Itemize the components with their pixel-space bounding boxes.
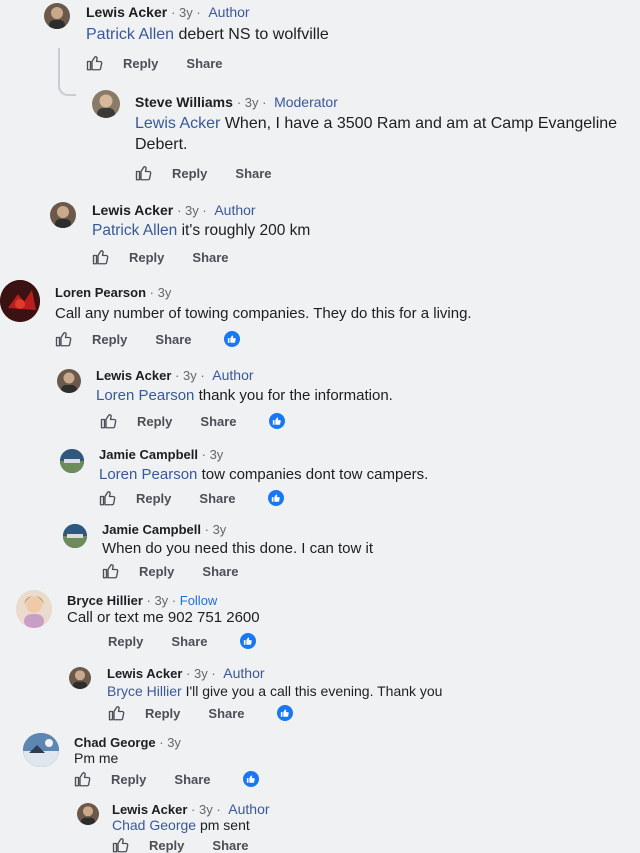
comment-text: pm sent	[196, 817, 250, 833]
comment-text: debert NS to wolfville	[174, 26, 329, 43]
mention-link[interactable]: Bryce Hillier	[107, 683, 182, 699]
comment-time[interactable]: 3y	[210, 447, 224, 462]
like-reaction-icon[interactable]	[268, 413, 285, 429]
reply-button[interactable]: Reply	[108, 634, 143, 649]
thumbs-up-icon[interactable]	[99, 489, 117, 507]
avatar[interactable]	[0, 280, 40, 322]
comment-text: Call or text me 902 751 2600	[67, 609, 260, 626]
comment-time[interactable]: 3y	[179, 5, 193, 20]
mention-link[interactable]: Patrick Allen	[86, 26, 174, 43]
thumbs-up-icon[interactable]	[74, 770, 92, 788]
mention-link[interactable]: Loren Pearson	[96, 387, 194, 404]
comment-time[interactable]: 3y	[183, 368, 197, 383]
avatar[interactable]	[23, 733, 59, 767]
author-badge: Author	[223, 665, 265, 681]
commenter-name[interactable]: Bryce Hillier	[67, 593, 143, 608]
avatar[interactable]	[57, 369, 81, 393]
like-reaction-icon[interactable]	[223, 331, 240, 347]
avatar[interactable]	[92, 90, 120, 118]
comment-text: it's roughly 200 km	[177, 222, 311, 239]
reply-button[interactable]: Reply	[111, 772, 146, 787]
reply-button[interactable]: Reply	[123, 56, 158, 71]
comment-text: When do you need this done. I can tow it	[102, 540, 374, 557]
moderator-badge: Moderator	[274, 94, 338, 110]
comment-text: Call any number of towing companies. The…	[55, 305, 472, 322]
reply-button[interactable]: Reply	[139, 564, 174, 579]
share-button[interactable]: Share	[212, 838, 248, 853]
reply-button[interactable]: Reply	[136, 491, 171, 506]
comment-text: tow companies dont tow campers.	[197, 466, 429, 483]
comment-thread: Lewis Acker · 3y · Author Patrick Allen …	[0, 0, 640, 853]
author-badge: Author	[214, 202, 256, 218]
comment-text: thank you for the information.	[194, 387, 393, 404]
avatar[interactable]	[60, 449, 84, 473]
like-reaction-icon[interactable]	[239, 633, 256, 649]
mention-link[interactable]: Loren Pearson	[99, 466, 197, 483]
share-button[interactable]: Share	[200, 414, 236, 429]
comment-text: Pm me	[74, 750, 119, 766]
comment-time[interactable]: 3y	[194, 666, 208, 681]
author-badge: Author	[212, 367, 254, 383]
like-reaction-icon[interactable]	[276, 705, 293, 721]
thumbs-up-icon[interactable]	[86, 54, 104, 72]
share-button[interactable]: Share	[192, 250, 228, 265]
comment-time[interactable]: 3y	[167, 735, 181, 750]
reply-button[interactable]: Reply	[145, 706, 180, 721]
thumbs-up-icon[interactable]	[108, 704, 126, 722]
comment-time[interactable]: 3y	[154, 593, 168, 608]
thumbs-up-icon[interactable]	[112, 836, 130, 853]
comment-time[interactable]: 3y	[213, 522, 227, 537]
share-button[interactable]: Share	[202, 564, 238, 579]
thumbs-up-icon[interactable]	[102, 562, 120, 580]
commenter-name[interactable]: Lewis Acker	[107, 666, 182, 681]
mention-link[interactable]: Patrick Allen	[92, 222, 177, 239]
commenter-name[interactable]: Lewis Acker	[86, 4, 167, 20]
avatar[interactable]	[69, 667, 91, 689]
avatar[interactable]	[44, 3, 70, 29]
thumbs-up-icon[interactable]	[55, 330, 73, 348]
mention-link[interactable]: Chad George	[112, 817, 196, 833]
share-button[interactable]: Share	[155, 332, 191, 347]
comment-time[interactable]: 3y	[245, 95, 259, 110]
comment-text: I'll give you a call this evening. Thank…	[181, 683, 443, 699]
commenter-name[interactable]: Jamie Campbell	[102, 522, 201, 537]
share-button[interactable]: Share	[171, 634, 207, 649]
thumbs-up-icon[interactable]	[135, 164, 153, 182]
follow-button[interactable]: Follow	[180, 593, 218, 608]
author-badge: Author	[208, 4, 250, 20]
commenter-name[interactable]: Lewis Acker	[96, 368, 171, 383]
share-button[interactable]: Share	[186, 56, 222, 71]
avatar[interactable]	[50, 202, 76, 228]
share-button[interactable]: Share	[174, 772, 210, 787]
reply-button[interactable]: Reply	[137, 414, 172, 429]
comment-time[interactable]: 3y	[158, 285, 172, 300]
like-reaction-icon[interactable]	[267, 490, 284, 506]
avatar[interactable]	[77, 803, 99, 825]
mention-link[interactable]: Lewis Acker	[135, 115, 220, 132]
comment-time[interactable]: 3y	[185, 203, 199, 218]
share-button[interactable]: Share	[208, 706, 244, 721]
commenter-name[interactable]: Loren Pearson	[55, 285, 146, 300]
reply-button[interactable]: Reply	[92, 332, 127, 347]
like-reaction-icon[interactable]	[242, 771, 259, 787]
thumbs-up-icon[interactable]	[100, 412, 118, 430]
reply-button[interactable]: Reply	[172, 166, 207, 181]
share-button[interactable]: Share	[235, 166, 271, 181]
thumbs-up-icon[interactable]	[92, 248, 110, 266]
reply-button[interactable]: Reply	[129, 250, 164, 265]
thread-connector	[58, 48, 76, 96]
commenter-name[interactable]: Lewis Acker	[92, 202, 173, 218]
avatar[interactable]	[63, 524, 87, 548]
avatar[interactable]	[16, 590, 52, 628]
reply-button[interactable]: Reply	[149, 838, 184, 853]
share-button[interactable]: Share	[199, 491, 235, 506]
commenter-name[interactable]: Jamie Campbell	[99, 447, 198, 462]
commenter-name[interactable]: Steve Williams	[135, 94, 233, 110]
